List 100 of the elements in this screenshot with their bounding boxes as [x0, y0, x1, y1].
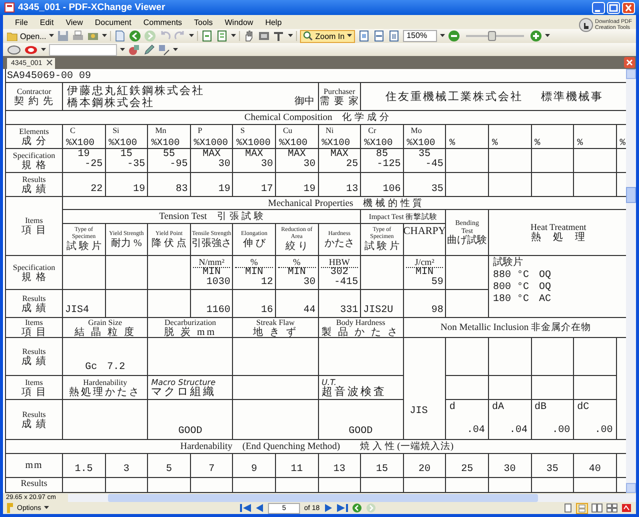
zoom-field[interactable]: 150% — [402, 30, 437, 42]
next-page-icon[interactable] — [324, 503, 333, 513]
company-name: 橋本鋼株式会社 — [67, 96, 154, 108]
print-icon[interactable] — [72, 30, 84, 42]
first-page-icon[interactable] — [240, 503, 252, 513]
menu-item[interactable]: Comments — [137, 18, 188, 26]
scrollbar-thumb[interactable] — [108, 494, 538, 502]
slider-thumb[interactable] — [488, 31, 496, 41]
result-value: 22 — [90, 185, 103, 195]
caret-icon[interactable] — [49, 34, 54, 38]
column-header: dB — [534, 402, 548, 414]
menu-item[interactable]: Tools — [188, 18, 219, 26]
caret-icon[interactable] — [231, 34, 236, 38]
caret-icon[interactable] — [173, 48, 178, 52]
hand-icon[interactable] — [243, 30, 256, 42]
column-header: 製 品 か た さ — [322, 326, 400, 337]
column-header: dA — [492, 402, 505, 414]
caret-icon[interactable] — [189, 34, 194, 38]
comment-icon[interactable] — [7, 44, 21, 56]
column-header: 熱 処 理 — [530, 232, 586, 243]
folder-icon — [7, 31, 18, 41]
result-value: 35 — [430, 185, 444, 195]
minimize-button[interactable] — [592, 2, 605, 14]
unit-label: %X100 — [151, 137, 181, 148]
caret-icon[interactable] — [440, 34, 445, 38]
row-label: 需 要 家 — [319, 96, 360, 106]
pdf-icon[interactable] — [621, 503, 632, 513]
heat-treatment-line: 180 °C AC — [492, 294, 552, 306]
close-icon[interactable] — [46, 59, 54, 66]
spec-value: MAX — [286, 150, 306, 160]
result-value: 19 — [302, 185, 316, 195]
column-header: 地 き ず — [252, 326, 298, 337]
spec-value: 12 — [260, 278, 273, 288]
fit-width-icon[interactable] — [372, 30, 385, 42]
column-header: Macro Structure — [151, 378, 216, 386]
distance-value: 25 — [461, 464, 474, 475]
menu-item[interactable]: Edit — [34, 18, 60, 26]
caret-icon[interactable] — [544, 34, 550, 38]
close-icon[interactable] — [624, 57, 635, 68]
unit-label: %X100 — [108, 137, 138, 148]
page-icon[interactable] — [216, 30, 228, 42]
stamp-icon[interactable] — [24, 44, 38, 56]
row-label: 成 分 — [21, 136, 47, 146]
single-page-icon[interactable] — [563, 503, 573, 513]
row-label: 規 格 — [21, 272, 47, 282]
result-value: GOOD — [348, 426, 373, 438]
zoom-in-icon[interactable] — [530, 30, 542, 42]
spec-value: MIN — [286, 268, 306, 278]
element-symbol: Mn — [154, 126, 168, 135]
column-header: かたさ — [324, 238, 354, 248]
menu-item[interactable]: View — [60, 18, 89, 26]
continuous-page-icon[interactable] — [576, 502, 588, 514]
vertical-scrollbar[interactable] — [626, 69, 636, 493]
maximize-button[interactable] — [607, 2, 620, 14]
unit-label: % — [534, 137, 542, 148]
menu-item[interactable]: Help — [259, 18, 288, 26]
menu-item[interactable]: File — [9, 18, 34, 26]
section-title: Hardenability (End Quenching Method) 焼 入 性 (一端焼入法) — [180, 440, 454, 453]
shapes-icon[interactable] — [158, 44, 170, 56]
continuous-facing-icon[interactable] — [606, 503, 618, 513]
zoom-out-icon[interactable] — [448, 30, 460, 42]
back-icon[interactable] — [129, 30, 142, 42]
last-page-icon[interactable] — [336, 503, 348, 513]
caret-icon[interactable] — [41, 48, 46, 52]
column-header: Grain Size — [88, 318, 122, 326]
row-label: 成 績 — [21, 418, 47, 430]
column-header: 結 晶 粒 度 — [74, 326, 136, 337]
actual-size-icon[interactable] — [388, 30, 400, 42]
certificate-number: SA945069-00 09 — [6, 71, 92, 82]
page-icon[interactable] — [201, 30, 214, 42]
menu-item[interactable]: Document — [88, 18, 138, 26]
fit-page-icon[interactable] — [358, 30, 370, 42]
scrollbar-thumb[interactable] — [626, 187, 636, 203]
menu-item[interactable]: Window — [218, 18, 260, 26]
caret-icon[interactable] — [120, 48, 125, 52]
row-label: 規 格 — [21, 160, 47, 170]
previous-page-icon[interactable] — [255, 503, 264, 513]
facing-pages-icon[interactable] — [591, 503, 603, 513]
spec-value: MAX — [329, 150, 348, 160]
column-header: Heat Treatment — [530, 222, 586, 232]
highlight-icon[interactable] — [128, 44, 140, 56]
row-label: 項 目 — [21, 326, 47, 337]
zoom-in-tool[interactable]: Zoom In — [300, 30, 355, 42]
row-label: Results — [22, 410, 46, 418]
text-field[interactable] — [49, 44, 117, 56]
text-tool-icon[interactable] — [273, 30, 286, 42]
spec-value: 302 — [329, 268, 348, 278]
heat-treatment-line: 800 °C OQ — [492, 282, 552, 294]
column-header: 降 伏 点 — [151, 238, 186, 248]
result-value: 1160 — [205, 306, 230, 316]
row-label: Items — [25, 318, 43, 326]
row-label: Items — [25, 216, 43, 225]
horizontal-scrollbar[interactable] — [68, 494, 636, 502]
spec-value: 35 — [418, 150, 431, 160]
open-button[interactable]: Open... — [7, 31, 46, 41]
select-icon[interactable] — [258, 30, 270, 42]
back-icon[interactable] — [352, 503, 362, 513]
caret-icon[interactable] — [288, 34, 294, 38]
close-button[interactable] — [622, 2, 635, 14]
caret-icon[interactable] — [102, 34, 108, 38]
